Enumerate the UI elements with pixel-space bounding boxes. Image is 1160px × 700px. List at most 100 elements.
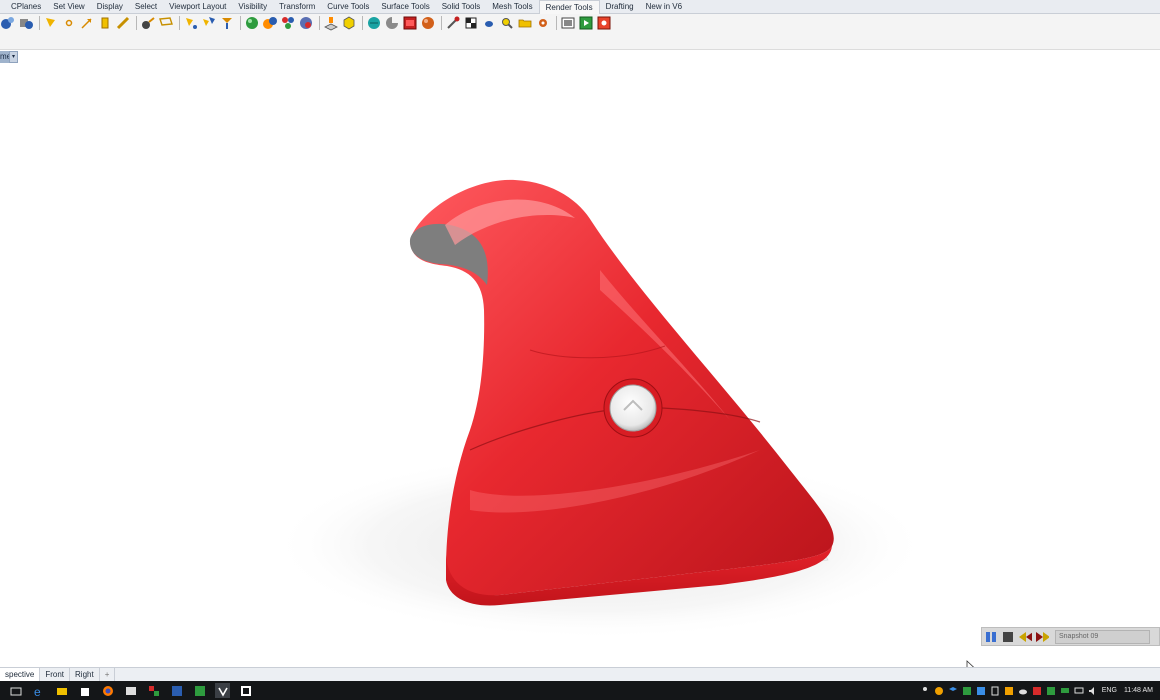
- cloud-icon[interactable]: [1018, 686, 1028, 696]
- tube-light-icon[interactable]: [115, 15, 131, 31]
- app-icon[interactable]: [146, 683, 161, 698]
- tab-surface-tools[interactable]: Surface Tools: [375, 0, 435, 13]
- app-icon[interactable]: [169, 683, 184, 698]
- sun-icon[interactable]: [140, 15, 156, 31]
- rectangular-light-icon[interactable]: [158, 15, 174, 31]
- tab-set-view[interactable]: Set View: [47, 0, 90, 13]
- light-target-icon[interactable]: [219, 15, 235, 31]
- ribbon-tab-bar: CPlanes Set View Display Select Viewport…: [0, 0, 1160, 14]
- chat-icon[interactable]: [1060, 686, 1070, 696]
- rewind-icon[interactable]: [1018, 630, 1032, 644]
- linear-light-icon[interactable]: [97, 15, 113, 31]
- checker-texture-icon[interactable]: [463, 15, 479, 31]
- battery-icon[interactable]: [990, 686, 1000, 696]
- toolbar-separator: [136, 16, 137, 30]
- tab-solid-tools[interactable]: Solid Tools: [436, 0, 487, 13]
- environment-icon[interactable]: [366, 15, 382, 31]
- mouse-cursor: [966, 660, 975, 667]
- search-icon[interactable]: [499, 15, 515, 31]
- environment-box-icon[interactable]: [341, 15, 357, 31]
- render-sphere-icon[interactable]: [420, 15, 436, 31]
- turntable-icon[interactable]: [384, 15, 400, 31]
- tab-select[interactable]: Select: [129, 0, 163, 13]
- viewport-menu-arrow[interactable]: ▾: [9, 51, 18, 63]
- svg-text:e: e: [34, 685, 41, 697]
- ground-plane-icon[interactable]: [323, 15, 339, 31]
- light-array-icon[interactable]: [201, 15, 217, 31]
- app-icon[interactable]: [192, 683, 207, 698]
- app-icon[interactable]: [123, 683, 138, 698]
- toolbar-separator: [39, 16, 40, 30]
- app-icon[interactable]: [238, 683, 253, 698]
- directional-light-icon[interactable]: [79, 15, 95, 31]
- tray-app-icon[interactable]: [976, 686, 986, 696]
- tray-app-icon[interactable]: [1046, 686, 1056, 696]
- tab-mesh-tools[interactable]: Mesh Tools: [486, 0, 538, 13]
- folder-icon[interactable]: [517, 15, 533, 31]
- render-icon[interactable]: [596, 15, 612, 31]
- pause-icon[interactable]: [984, 630, 998, 644]
- light-edit-icon[interactable]: [183, 15, 199, 31]
- tab-viewport-layout[interactable]: Viewport Layout: [163, 0, 232, 13]
- viewport-title[interactable]: me ▾: [0, 51, 18, 63]
- texture-icon[interactable]: [298, 15, 314, 31]
- material-sphere-icon[interactable]: [244, 15, 260, 31]
- volume-icon[interactable]: [1088, 686, 1098, 696]
- snapshot-name-field[interactable]: Snapshot 09: [1055, 629, 1150, 644]
- add-viewport-tab-button[interactable]: +: [100, 668, 116, 681]
- toolbar-separator: [179, 16, 180, 30]
- store-icon[interactable]: [77, 683, 92, 698]
- network-icon[interactable]: [1074, 686, 1084, 696]
- language-indicator[interactable]: ENG: [1102, 687, 1117, 694]
- tray-app-icon[interactable]: [1032, 686, 1042, 696]
- render-window-icon[interactable]: [402, 15, 418, 31]
- viewport-name[interactable]: me: [0, 51, 9, 63]
- dropbox-icon[interactable]: [948, 686, 958, 696]
- decal-icon[interactable]: [280, 15, 296, 31]
- stop-icon[interactable]: [1001, 630, 1015, 644]
- clock[interactable]: 11:48 AM: [1124, 687, 1153, 694]
- edge-icon[interactable]: e: [31, 683, 46, 698]
- tab-curve-tools[interactable]: Curve Tools: [321, 0, 375, 13]
- tray-app-icon[interactable]: [934, 686, 944, 696]
- toolbar-separator: [556, 16, 557, 30]
- gear-icon[interactable]: [535, 15, 551, 31]
- rhino-icon[interactable]: [215, 683, 230, 698]
- fast-forward-icon[interactable]: [1035, 630, 1049, 644]
- viewport-capture-icon[interactable]: [560, 15, 576, 31]
- toolbar-separator: [362, 16, 363, 30]
- spheres-icon[interactable]: [0, 15, 16, 31]
- model-button: [609, 384, 657, 432]
- tab-transform[interactable]: Transform: [273, 0, 321, 13]
- tab-new-in-v6[interactable]: New in V6: [640, 0, 688, 13]
- tab-visibility[interactable]: Visibility: [232, 0, 273, 13]
- rhino-window: CPlanes Set View Display Select Viewport…: [0, 0, 1160, 700]
- tab-display[interactable]: Display: [91, 0, 129, 13]
- point-light-icon[interactable]: [61, 15, 77, 31]
- file-explorer-icon[interactable]: [54, 683, 69, 698]
- toolbar-separator: [240, 16, 241, 30]
- task-view-icon[interactable]: [8, 683, 23, 698]
- tab-cplanes[interactable]: CPlanes: [5, 0, 47, 13]
- people-icon[interactable]: [920, 686, 930, 696]
- firefox-icon[interactable]: [100, 683, 115, 698]
- windows-taskbar: e ENG 11:48 AM: [0, 681, 1160, 700]
- tab-front[interactable]: Front: [40, 668, 71, 681]
- lens-flare-icon[interactable]: [481, 15, 497, 31]
- tab-drafting[interactable]: Drafting: [600, 0, 640, 13]
- render-tools-toolbar: [0, 14, 1160, 50]
- perspective-viewport[interactable]: me ▾ Snapshot 09: [0, 50, 1160, 667]
- camera-objects-icon[interactable]: [18, 15, 34, 31]
- render-preview-icon[interactable]: [578, 15, 594, 31]
- tab-perspective[interactable]: spective: [0, 668, 41, 681]
- viewport-tabs: spective Front Right +: [0, 667, 1160, 681]
- spotlight-icon[interactable]: [43, 15, 59, 31]
- snapshot-controls: Snapshot 09: [981, 627, 1160, 646]
- tab-right[interactable]: Right: [70, 668, 100, 681]
- tray-app-icon[interactable]: [1004, 686, 1014, 696]
- tray-app-icon[interactable]: [962, 686, 972, 696]
- eyedropper-icon[interactable]: [445, 15, 461, 31]
- tab-render-tools[interactable]: Render Tools: [538, 0, 600, 14]
- toolbar-row: [0, 15, 614, 31]
- material-library-icon[interactable]: [262, 15, 278, 31]
